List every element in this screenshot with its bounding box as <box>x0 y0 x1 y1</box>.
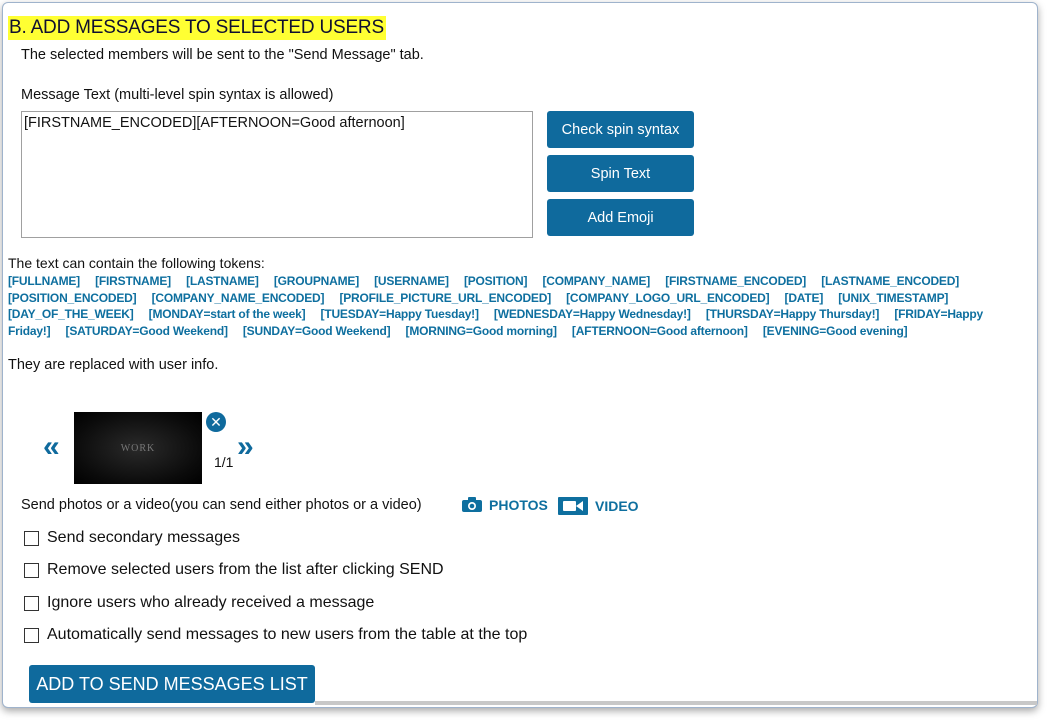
token-item: [DAY_OF_THE_WEEK] <box>8 307 134 322</box>
tokens-intro: The text can contain the following token… <box>8 255 265 271</box>
add-emoji-button[interactable]: Add Emoji <box>547 199 694 236</box>
message-text-label: Message Text (multi-level spin syntax is… <box>21 87 334 103</box>
token-item: [MONDAY=start of the week] <box>148 307 306 322</box>
checkbox[interactable] <box>24 530 39 546</box>
previous-media-button[interactable]: « <box>43 432 60 462</box>
section-subtitle: The selected members will be sent to the… <box>21 47 424 63</box>
token-item: [LASTNAME_ENCODED] <box>821 274 959 288</box>
token-item: [USERNAME] <box>374 274 449 288</box>
option-send-secondary-messages[interactable]: Send secondary messages <box>24 529 240 547</box>
option-label: Send secondary messages <box>47 529 240 546</box>
video-label: VIDEO <box>595 498 639 514</box>
token-item: [MORNING=Good morning] <box>405 324 557 339</box>
option-remove-selected-users[interactable]: Remove selected users from the list afte… <box>24 561 444 579</box>
token-item: [EVENING=Good evening] <box>762 324 908 339</box>
checkbox[interactable] <box>24 562 39 578</box>
token-item: [COMPANY_NAME_ENCODED] <box>151 290 325 305</box>
add-to-send-messages-list-button[interactable]: ADD TO SEND MESSAGES LIST <box>29 665 315 703</box>
media-description: Send photos or a video(you can send eith… <box>21 497 422 513</box>
remove-media-icon[interactable]: ✕ <box>206 412 226 432</box>
token-item: [PROFILE_PICTURE_URL_ENCODED] <box>339 290 551 305</box>
token-item: [SUNDAY=Good Weekend] <box>242 324 391 339</box>
spin-text-button[interactable]: Spin Text <box>547 155 694 192</box>
photos-label: PHOTOS <box>489 496 548 513</box>
next-media-button[interactable]: » <box>237 432 254 462</box>
token-item: [FIRSTNAME] <box>95 274 171 288</box>
media-thumbnail[interactable]: WORK <box>74 412 202 484</box>
horizontal-scrollbar[interactable] <box>315 701 1037 705</box>
option-auto-send-new-users[interactable]: Automatically send messages to new users… <box>24 626 527 644</box>
token-item: [TUESDAY=Happy Tuesday!] <box>320 307 479 322</box>
token-item: [COMPANY_NAME] <box>542 274 651 288</box>
message-text-input[interactable]: [FIRSTNAME_ENCODED][AFTERNOON=Good after… <box>21 111 533 238</box>
token-item: [LASTNAME] <box>186 274 259 288</box>
checkbox[interactable] <box>24 627 39 643</box>
token-list: [FULLNAME] [FIRSTNAME] [LASTNAME] [GROUP… <box>8 273 1018 340</box>
token-item: [FIRSTNAME_ENCODED] <box>665 274 807 288</box>
video-camera-icon <box>558 497 588 515</box>
photos-button[interactable]: PHOTOS <box>461 496 548 513</box>
token-item: [SATURDAY=Good Weekend] <box>65 324 228 339</box>
checkbox[interactable] <box>24 595 39 611</box>
option-label: Remove selected users from the list afte… <box>47 561 444 578</box>
token-item: [POSITION] <box>463 274 528 288</box>
option-ignore-already-messaged[interactable]: Ignore users who already received a mess… <box>24 594 374 612</box>
thumbnail-text: WORK <box>120 442 156 454</box>
option-label: Automatically send messages to new users… <box>47 626 528 643</box>
add-messages-panel: B. ADD MESSAGES TO SELECTED USERS The se… <box>2 2 1038 708</box>
token-item: [DATE] <box>784 290 824 305</box>
token-item: [POSITION_ENCODED] <box>8 290 137 305</box>
check-spin-syntax-button[interactable]: Check spin syntax <box>547 111 694 148</box>
tokens-outro: They are replaced with user info. <box>8 357 219 373</box>
token-item: [WEDNESDAY=Happy Wednesday!] <box>493 307 691 322</box>
token-item: [AFTERNOON=Good afternoon] <box>571 324 748 339</box>
option-label: Ignore users who already received a mess… <box>47 594 375 611</box>
token-item: [THURSDAY=Happy Thursday!] <box>705 307 880 322</box>
video-button[interactable]: VIDEO <box>557 496 639 516</box>
media-counter: 1/1 <box>214 454 234 470</box>
section-title: B. ADD MESSAGES TO SELECTED USERS <box>8 16 386 40</box>
token-item: [COMPANY_LOGO_URL_ENCODED] <box>566 290 770 305</box>
token-item: [GROUPNAME] <box>273 274 359 288</box>
token-item: [FULLNAME] <box>8 274 80 288</box>
token-item: [UNIX_TIMESTAMP] <box>838 290 949 305</box>
camera-icon <box>462 497 482 512</box>
